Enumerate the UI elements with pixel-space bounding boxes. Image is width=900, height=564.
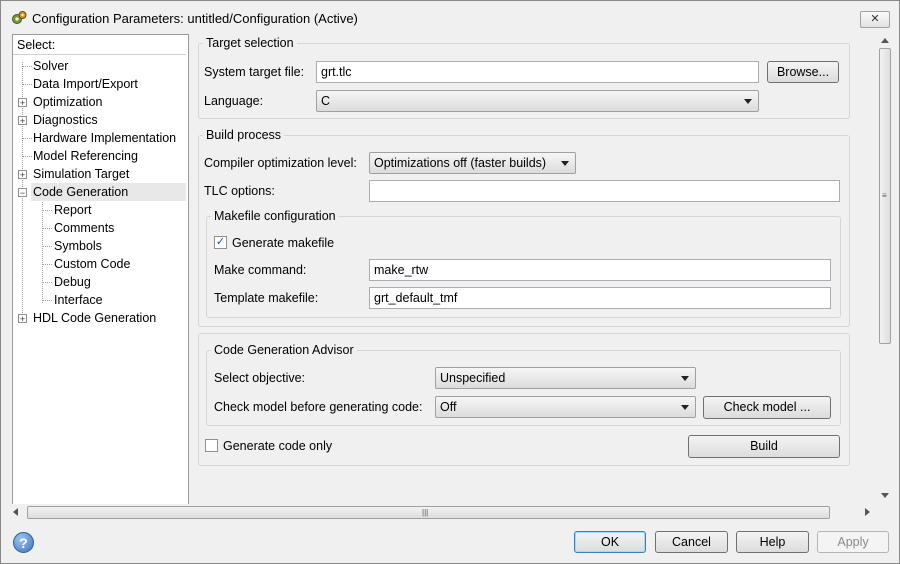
check-model-label: Check model before generating code:	[214, 400, 423, 414]
config-dialog: Configuration Parameters: untitled/Confi…	[0, 0, 900, 564]
tree-item-debug[interactable]: Debug	[54, 273, 91, 291]
system-target-label: System target file:	[204, 65, 305, 79]
check-model-select[interactable]: Off	[435, 396, 696, 418]
makefile-config-title: Makefile configuration	[211, 209, 339, 223]
chevron-down-icon	[744, 99, 752, 104]
expand-simulation-target-icon[interactable]: +	[18, 170, 27, 180]
tree-connector-line	[42, 197, 43, 303]
language-select[interactable]: C	[316, 90, 759, 112]
apply-button[interactable]: Apply	[817, 531, 889, 553]
make-command-input[interactable]: make_rtw	[369, 259, 831, 281]
make-command-label: Make command:	[214, 263, 307, 277]
compiler-opt-select[interactable]: Optimizations off (faster builds)	[369, 152, 576, 174]
tree-connector-line	[22, 66, 32, 67]
tree-item-diagnostics[interactable]: Diagnostics	[33, 111, 98, 129]
title-bar: Configuration Parameters: untitled/Confi…	[1, 1, 899, 35]
expand-hdl-code-generation-icon[interactable]: +	[18, 314, 27, 324]
tree-connector-line	[22, 156, 32, 157]
compiler-opt-value: Optimizations off (faster builds)	[374, 156, 547, 170]
advisor-title: Code Generation Advisor	[211, 343, 357, 357]
tree-connector-line	[42, 246, 52, 247]
tree-connector-line	[42, 282, 52, 283]
generate-makefile-label: Generate makefile	[232, 236, 335, 250]
tree-connector-line	[42, 264, 52, 265]
tree-item-hdl-code-generation[interactable]: HDL Code Generation	[33, 309, 156, 327]
tree-item-simulation-target[interactable]: Simulation Target	[33, 165, 129, 183]
template-makefile-input[interactable]: grt_default_tmf	[369, 287, 831, 309]
scroll-right-icon[interactable]	[865, 508, 870, 516]
check-model-button[interactable]: Check model ...	[703, 396, 831, 419]
tree-item-report[interactable]: Report	[54, 201, 92, 219]
system-target-input[interactable]: grt.tlc	[316, 61, 759, 83]
generate-code-only-checkbox[interactable]	[205, 439, 218, 452]
scroll-down-icon[interactable]	[881, 493, 889, 498]
chevron-down-icon	[561, 161, 569, 166]
generate-code-only-label: Generate code only	[223, 439, 333, 453]
tree-item-symbols[interactable]: Symbols	[54, 237, 102, 255]
grip-icon: ≡	[882, 191, 887, 200]
horizontal-scrollbar[interactable]: |||	[9, 504, 877, 521]
target-selection-title: Target selection	[203, 36, 297, 50]
vertical-scrollbar[interactable]: ≡	[877, 34, 894, 504]
tree-connector-line	[42, 210, 52, 211]
browse-button[interactable]: Browse...	[767, 61, 839, 83]
tree-item-optimization[interactable]: Optimization	[33, 93, 102, 111]
tree-header: Select:	[13, 35, 186, 55]
build-button[interactable]: Build	[688, 435, 840, 458]
ok-button[interactable]: OK	[574, 531, 646, 553]
tree-item-model-referencing[interactable]: Model Referencing	[33, 147, 138, 165]
category-tree: Select: + + + − + Solver Data Import/Exp…	[12, 34, 189, 506]
tree-item-custom-code[interactable]: Custom Code	[54, 255, 130, 273]
simulink-gears-icon	[12, 11, 27, 24]
objective-value: Unspecified	[440, 371, 506, 385]
cancel-button[interactable]: Cancel	[655, 531, 728, 553]
check-model-value: Off	[440, 400, 457, 414]
tree-item-code-generation[interactable]: Code Generation	[31, 183, 186, 201]
expand-optimization-icon[interactable]: +	[18, 98, 27, 108]
tree-item-comments[interactable]: Comments	[54, 219, 114, 237]
close-icon: ✕	[870, 13, 880, 25]
tree-item-solver[interactable]: Solver	[33, 57, 68, 75]
tree-connector-line	[22, 84, 32, 85]
tree-connector-line	[42, 300, 52, 301]
help-button[interactable]: Help	[736, 531, 809, 553]
language-select-value: C	[321, 94, 331, 108]
scroll-left-icon[interactable]	[13, 508, 18, 516]
vertical-scroll-thumb[interactable]: ≡	[879, 48, 891, 344]
objective-label: Select objective:	[214, 371, 306, 385]
language-label: Language:	[204, 94, 264, 108]
objective-select[interactable]: Unspecified	[435, 367, 696, 389]
expand-diagnostics-icon[interactable]: +	[18, 116, 27, 126]
tlc-options-input[interactable]	[369, 180, 840, 202]
grip-icon: |||	[422, 508, 429, 517]
close-button[interactable]: ✕	[860, 11, 890, 28]
tlc-options-label: TLC options:	[204, 184, 275, 198]
scroll-up-icon[interactable]	[881, 38, 889, 43]
build-process-title: Build process	[203, 128, 285, 142]
tree-item-hardware-implementation[interactable]: Hardware Implementation	[33, 129, 176, 147]
horizontal-scroll-thumb[interactable]: |||	[27, 506, 830, 519]
generate-makefile-checkbox[interactable]: ✓	[214, 236, 227, 249]
template-makefile-label: Template makefile:	[214, 291, 319, 305]
tree-item-interface[interactable]: Interface	[54, 291, 103, 309]
window-title: Configuration Parameters: untitled/Confi…	[32, 11, 358, 26]
collapse-code-generation-icon[interactable]: −	[18, 188, 27, 198]
chevron-down-icon	[681, 376, 689, 381]
help-icon[interactable]: ?	[13, 532, 34, 553]
tree-connector-line	[22, 138, 32, 139]
compiler-opt-label: Compiler optimization level:	[204, 156, 357, 170]
chevron-down-icon	[681, 405, 689, 410]
tree-connector-line	[42, 228, 52, 229]
tree-item-data-import-export[interactable]: Data Import/Export	[33, 75, 138, 93]
